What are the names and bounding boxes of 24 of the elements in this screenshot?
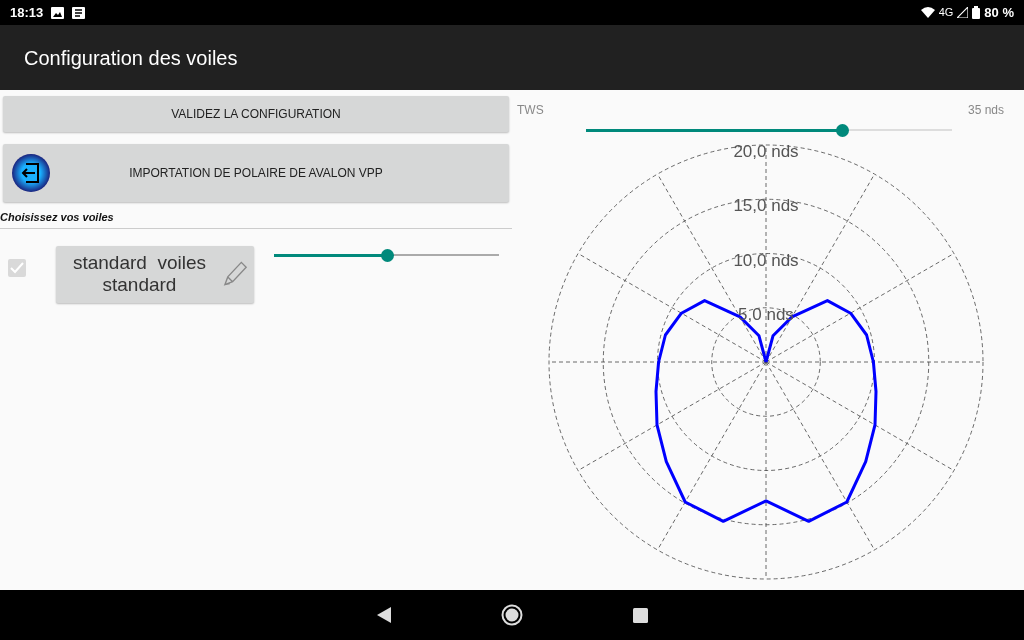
tws-slider[interactable] — [585, 123, 952, 137]
slider[interactable] — [274, 248, 499, 262]
tws-label: TWS — [517, 102, 544, 119]
image-icon — [51, 6, 65, 19]
import-button[interactable]: IMPORTATION DE POLAIRE DE AVALON VPP — [3, 144, 509, 202]
battery-percent: 80 % — [984, 3, 1014, 22]
recents-icon[interactable] — [632, 607, 648, 623]
ring-label: 10,0 nds — [733, 250, 799, 270]
import-icon — [11, 153, 51, 193]
app-title: Configuration des voiles — [24, 45, 238, 71]
notification-icon — [72, 6, 86, 19]
ring-label: 15,0 nds — [733, 196, 799, 216]
home-icon[interactable] — [500, 604, 523, 626]
tws-reading: 35 nds — [967, 102, 1004, 119]
ring-label: 5,0 nds — [738, 304, 794, 324]
network-type: 4G — [938, 5, 954, 21]
section-title: Choisissez vos voiles — [0, 209, 512, 229]
wifi-icon — [920, 7, 935, 18]
status-time: 18:13 — [10, 3, 44, 22]
battery-icon — [972, 6, 981, 19]
validate-button[interactable]: VALIDEZ LA CONFIGURATION — [3, 96, 509, 132]
back-icon[interactable] — [376, 607, 391, 623]
signal-icon — [957, 7, 969, 18]
ring-label: 20,0 nds — [733, 142, 799, 161]
